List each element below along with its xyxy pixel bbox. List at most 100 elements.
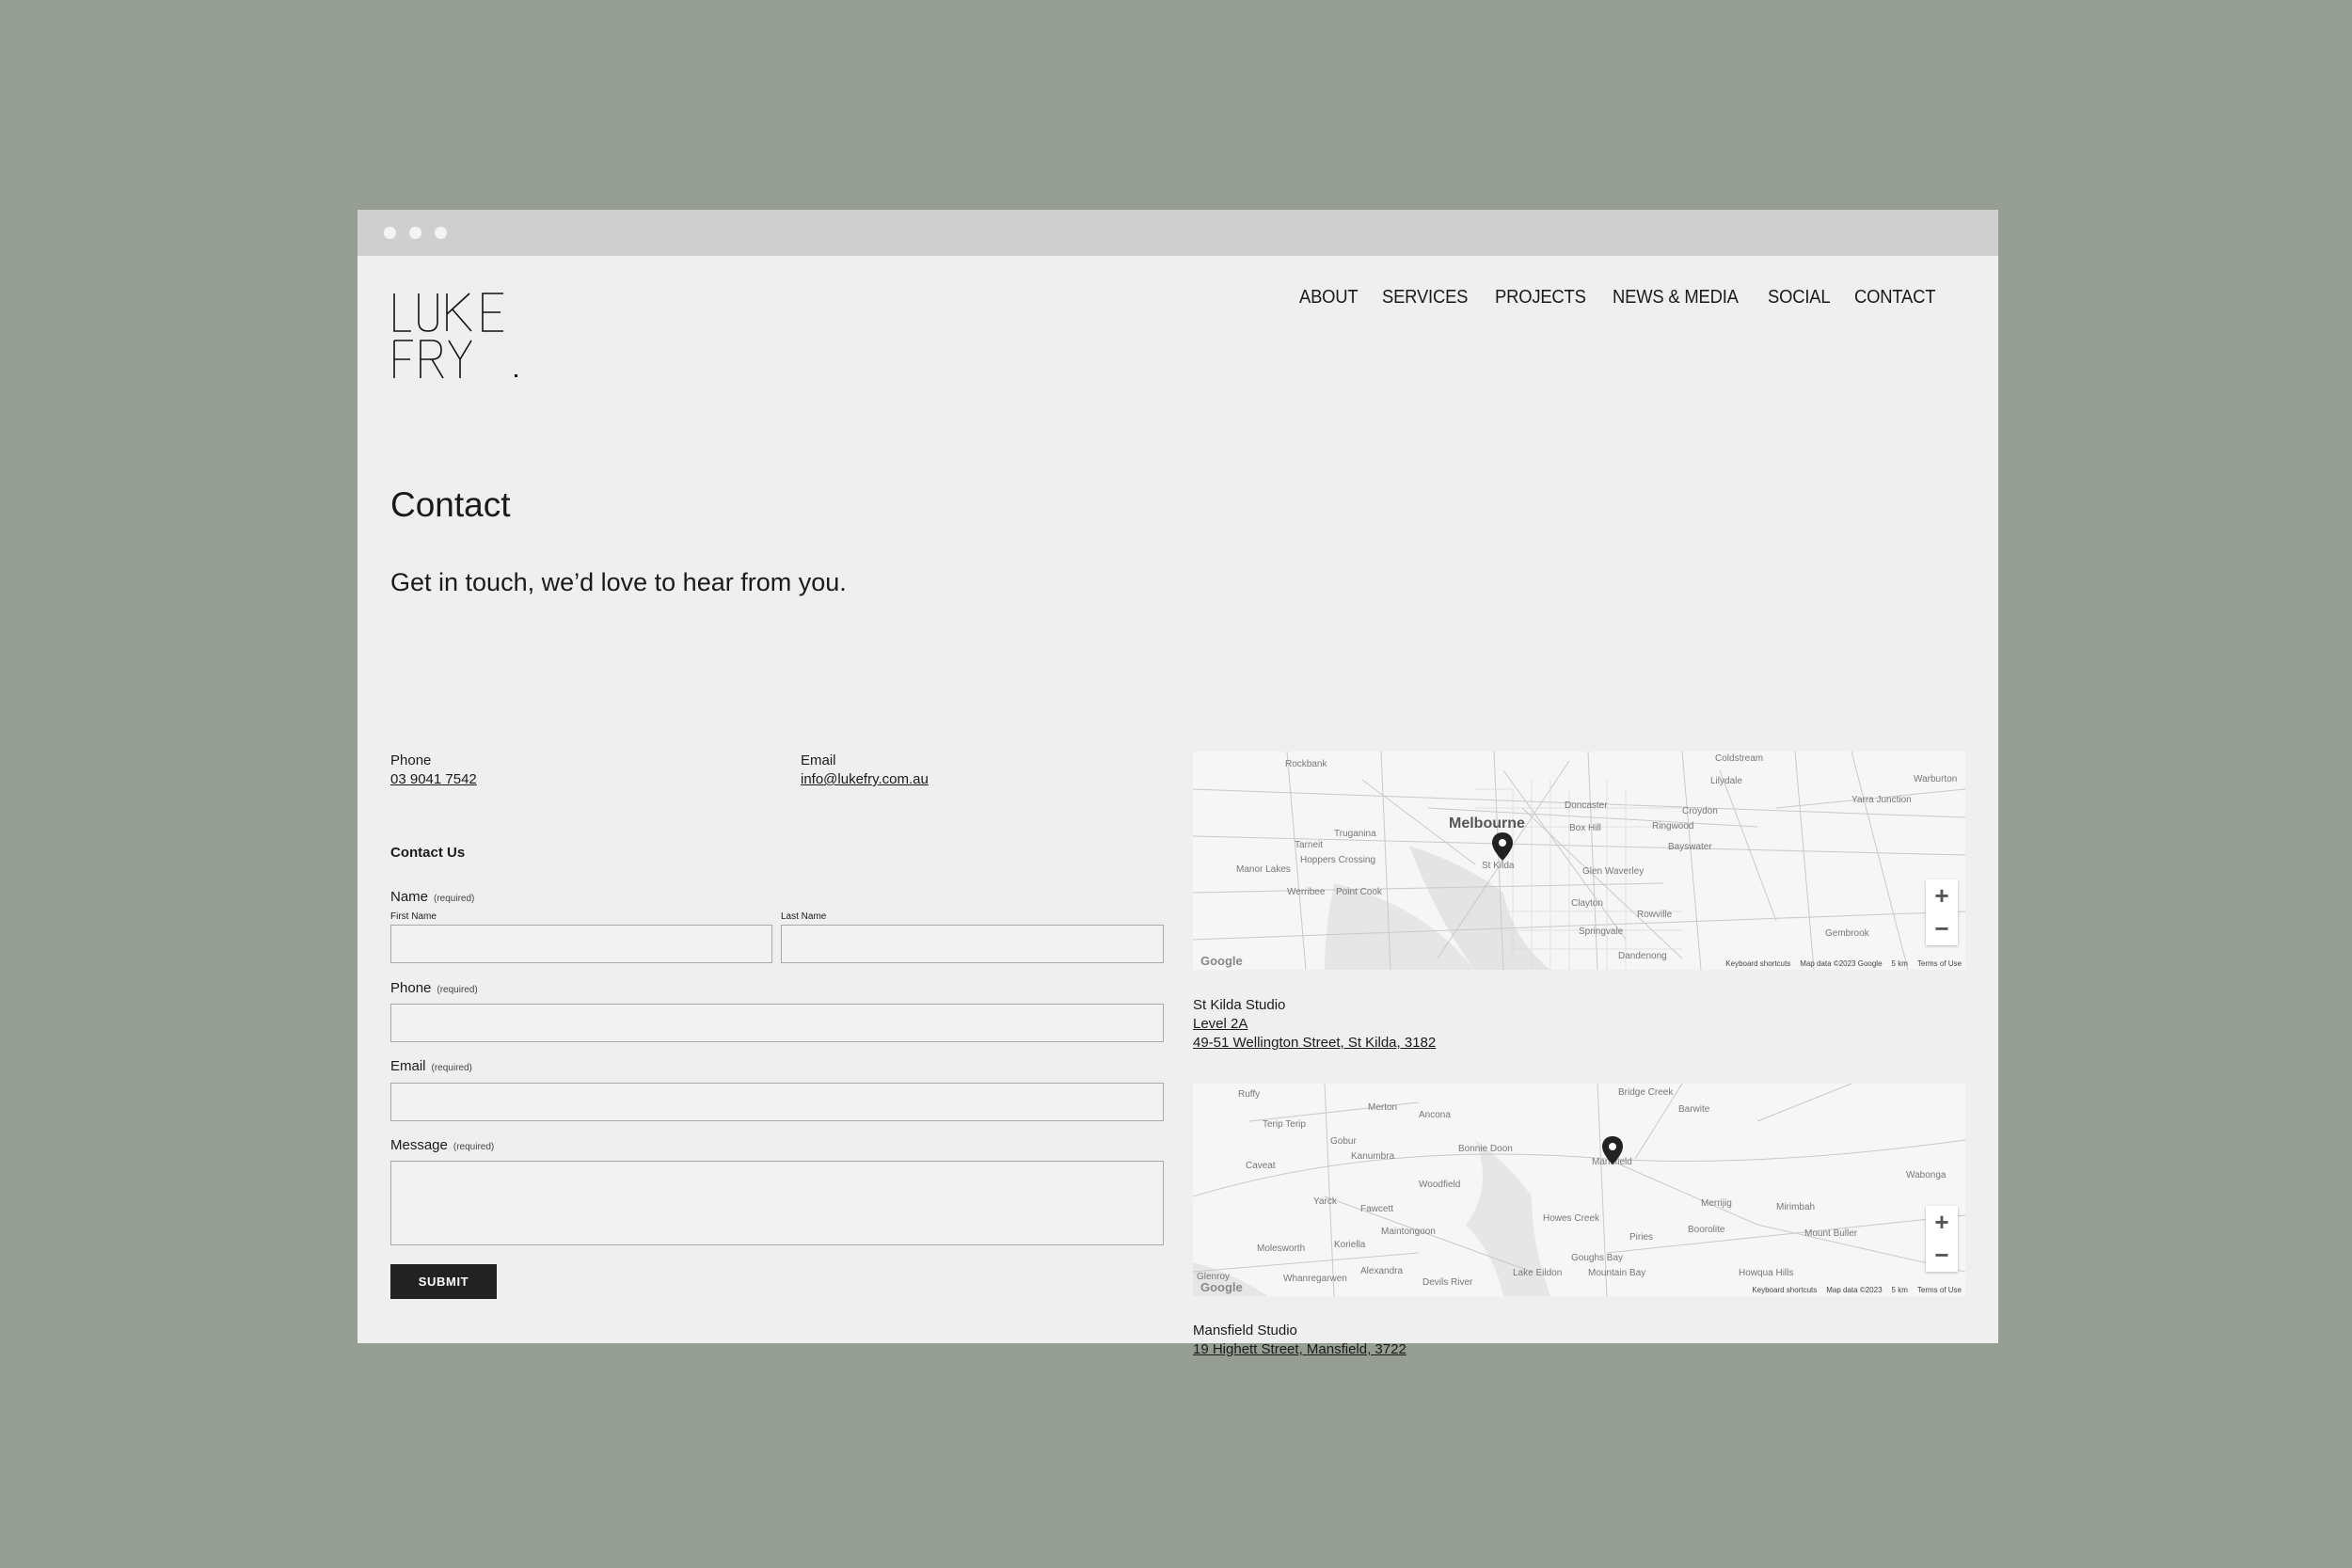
window-dot-minimize[interactable] xyxy=(409,227,421,239)
map-place: Bonnie Doon xyxy=(1458,1144,1513,1154)
nav-news-media[interactable]: NEWS & MEDIA xyxy=(1613,287,1739,309)
page-subtitle: Get in touch, we’d love to hear from you… xyxy=(390,568,847,596)
phone-link[interactable]: 03 9041 7542 xyxy=(390,771,477,787)
map-st-kilda[interactable]: Melbourne Rockbank Coldstream Lilydale W… xyxy=(1193,752,1965,970)
map-place: Werribee xyxy=(1287,887,1326,897)
browser-window: ABOUT SERVICES PROJECTS NEWS & MEDIA SOC… xyxy=(358,210,1998,1357)
keyboard-shortcuts-link[interactable]: Keyboard shortcuts xyxy=(1752,1286,1817,1294)
map-place: Woodfield xyxy=(1419,1180,1461,1190)
map-place: Fawcett xyxy=(1360,1204,1394,1214)
nav-services[interactable]: SERVICES xyxy=(1382,287,1468,309)
email-link[interactable]: info@lukefry.com.au xyxy=(801,771,929,787)
map-place: Devils River xyxy=(1422,1277,1473,1288)
map-place: Howes Creek xyxy=(1543,1213,1600,1224)
map-place: St Kilda xyxy=(1482,861,1515,871)
map-place: Whanregarwen xyxy=(1283,1274,1347,1284)
terms-link[interactable]: Terms of Use xyxy=(1917,1286,1962,1294)
phone-input[interactable] xyxy=(390,1004,1164,1042)
map-mansfield[interactable]: Ruffy Merton Ancona Bridge Creek Barwite… xyxy=(1193,1084,1965,1296)
submit-button[interactable]: SUBMIT xyxy=(390,1264,497,1299)
phone-field-label: Phone (required) xyxy=(390,980,478,996)
map-place: Goughs Bay xyxy=(1571,1253,1624,1263)
st-kilda-address: St Kilda Studio Level 2A 49-51 Wellingto… xyxy=(1193,996,1436,1053)
logo-wordmark-icon xyxy=(393,293,517,379)
map-place: Rockbank xyxy=(1285,759,1327,769)
first-name-input[interactable] xyxy=(390,925,772,963)
form-heading: Contact Us xyxy=(390,845,466,861)
google-logo: Google xyxy=(1200,1280,1243,1294)
map-place: Bayswater xyxy=(1668,842,1712,852)
map-place: Hoppers Crossing xyxy=(1300,855,1376,865)
map-place: Box Hill xyxy=(1569,823,1601,833)
map-place: Piries xyxy=(1629,1232,1654,1243)
map-place: Merton xyxy=(1368,1102,1398,1113)
map-place: Howqua Hills xyxy=(1739,1268,1794,1278)
map-scale: 5 km xyxy=(1891,1286,1908,1294)
map-scale: 5 km xyxy=(1891,959,1908,968)
map-place: Doncaster xyxy=(1565,800,1608,811)
map-marker-icon[interactable] xyxy=(1492,832,1513,861)
map-place: Rowville xyxy=(1637,910,1673,920)
message-textarea[interactable] xyxy=(390,1161,1164,1245)
terms-link[interactable]: Terms of Use xyxy=(1917,959,1962,968)
map-place: Bridge Creek xyxy=(1618,1087,1674,1098)
map-place: Lilydale xyxy=(1710,776,1742,786)
map-place: Merrijig xyxy=(1701,1198,1732,1209)
nav-projects[interactable]: PROJECTS xyxy=(1495,287,1586,309)
map-place: Tarneit xyxy=(1295,840,1324,850)
map-zoom-controls: + − xyxy=(1926,879,1958,945)
map-place: Gobur xyxy=(1330,1136,1357,1147)
page-title: Contact xyxy=(390,485,511,524)
nav-contact[interactable]: CONTACT xyxy=(1854,287,1935,309)
map-zoom-controls: + − xyxy=(1926,1206,1958,1272)
map-place: Boorolite xyxy=(1688,1225,1725,1235)
map-marker-icon[interactable] xyxy=(1602,1136,1623,1164)
email-label: Email xyxy=(801,752,836,768)
studio-name: Mansfield Studio xyxy=(1193,1323,1297,1338)
map-place: Maintongoon xyxy=(1381,1227,1436,1237)
map-place: Gembrook xyxy=(1825,928,1869,939)
email-input[interactable] xyxy=(390,1083,1164,1121)
last-name-input[interactable] xyxy=(781,925,1164,963)
address-line-1[interactable]: Level 2A xyxy=(1193,1015,1436,1034)
map-place: Mountain Bay xyxy=(1588,1268,1646,1278)
address-line-1[interactable]: 19 Highett Street, Mansfield, 3722 xyxy=(1193,1340,1406,1359)
google-logo: Google xyxy=(1200,954,1243,968)
site-logo[interactable] xyxy=(390,290,522,382)
map-place: Dandenong xyxy=(1618,951,1667,961)
nav-about[interactable]: ABOUT xyxy=(1299,287,1359,309)
map-place: Caveat xyxy=(1246,1161,1276,1171)
map-place: Terip Terip xyxy=(1263,1119,1306,1130)
map-place: Clayton xyxy=(1571,898,1603,909)
studio-name: St Kilda Studio xyxy=(1193,997,1286,1013)
zoom-out-button[interactable]: − xyxy=(1926,912,1958,945)
map-place: Coldstream xyxy=(1715,753,1764,764)
window-dot-close[interactable] xyxy=(384,227,396,239)
map-footer: Keyboard shortcuts Map data ©2023 5 km T… xyxy=(1752,1286,1962,1294)
map-place: Springvale xyxy=(1579,927,1624,937)
map-label-melbourne: Melbourne xyxy=(1449,816,1525,832)
map-place: Croydon xyxy=(1682,806,1718,816)
zoom-in-button[interactable]: + xyxy=(1926,879,1958,912)
map-place: Kanumbra xyxy=(1351,1151,1395,1162)
message-field-label: Message (required) xyxy=(390,1137,495,1153)
zoom-out-button[interactable]: − xyxy=(1926,1239,1958,1272)
phone-label: Phone xyxy=(390,752,432,768)
map-place: Manor Lakes xyxy=(1236,864,1291,875)
zoom-in-button[interactable]: + xyxy=(1926,1206,1958,1239)
main-nav: ABOUT SERVICES PROJECTS NEWS & MEDIA SOC… xyxy=(1299,287,1943,309)
address-line-2[interactable]: 49-51 Wellington Street, St Kilda, 3182 xyxy=(1193,1034,1436,1053)
map-place: Ruffy xyxy=(1238,1089,1261,1100)
keyboard-shortcuts-link[interactable]: Keyboard shortcuts xyxy=(1725,959,1790,968)
window-dot-maximize[interactable] xyxy=(435,227,447,239)
map-mansfield-roads xyxy=(1193,1084,1965,1296)
name-label: Name (required) xyxy=(390,889,475,905)
map-place: Wabonga xyxy=(1906,1170,1947,1180)
first-name-label: First Name xyxy=(390,911,437,922)
map-place: Yarck xyxy=(1313,1196,1337,1207)
nav-social[interactable]: SOCIAL xyxy=(1768,287,1831,309)
map-place: Barwite xyxy=(1678,1104,1710,1115)
map-place: Warburton xyxy=(1914,774,1958,784)
page-content: ABOUT SERVICES PROJECTS NEWS & MEDIA SOC… xyxy=(358,256,1998,1357)
map-place: Truganina xyxy=(1334,829,1376,839)
